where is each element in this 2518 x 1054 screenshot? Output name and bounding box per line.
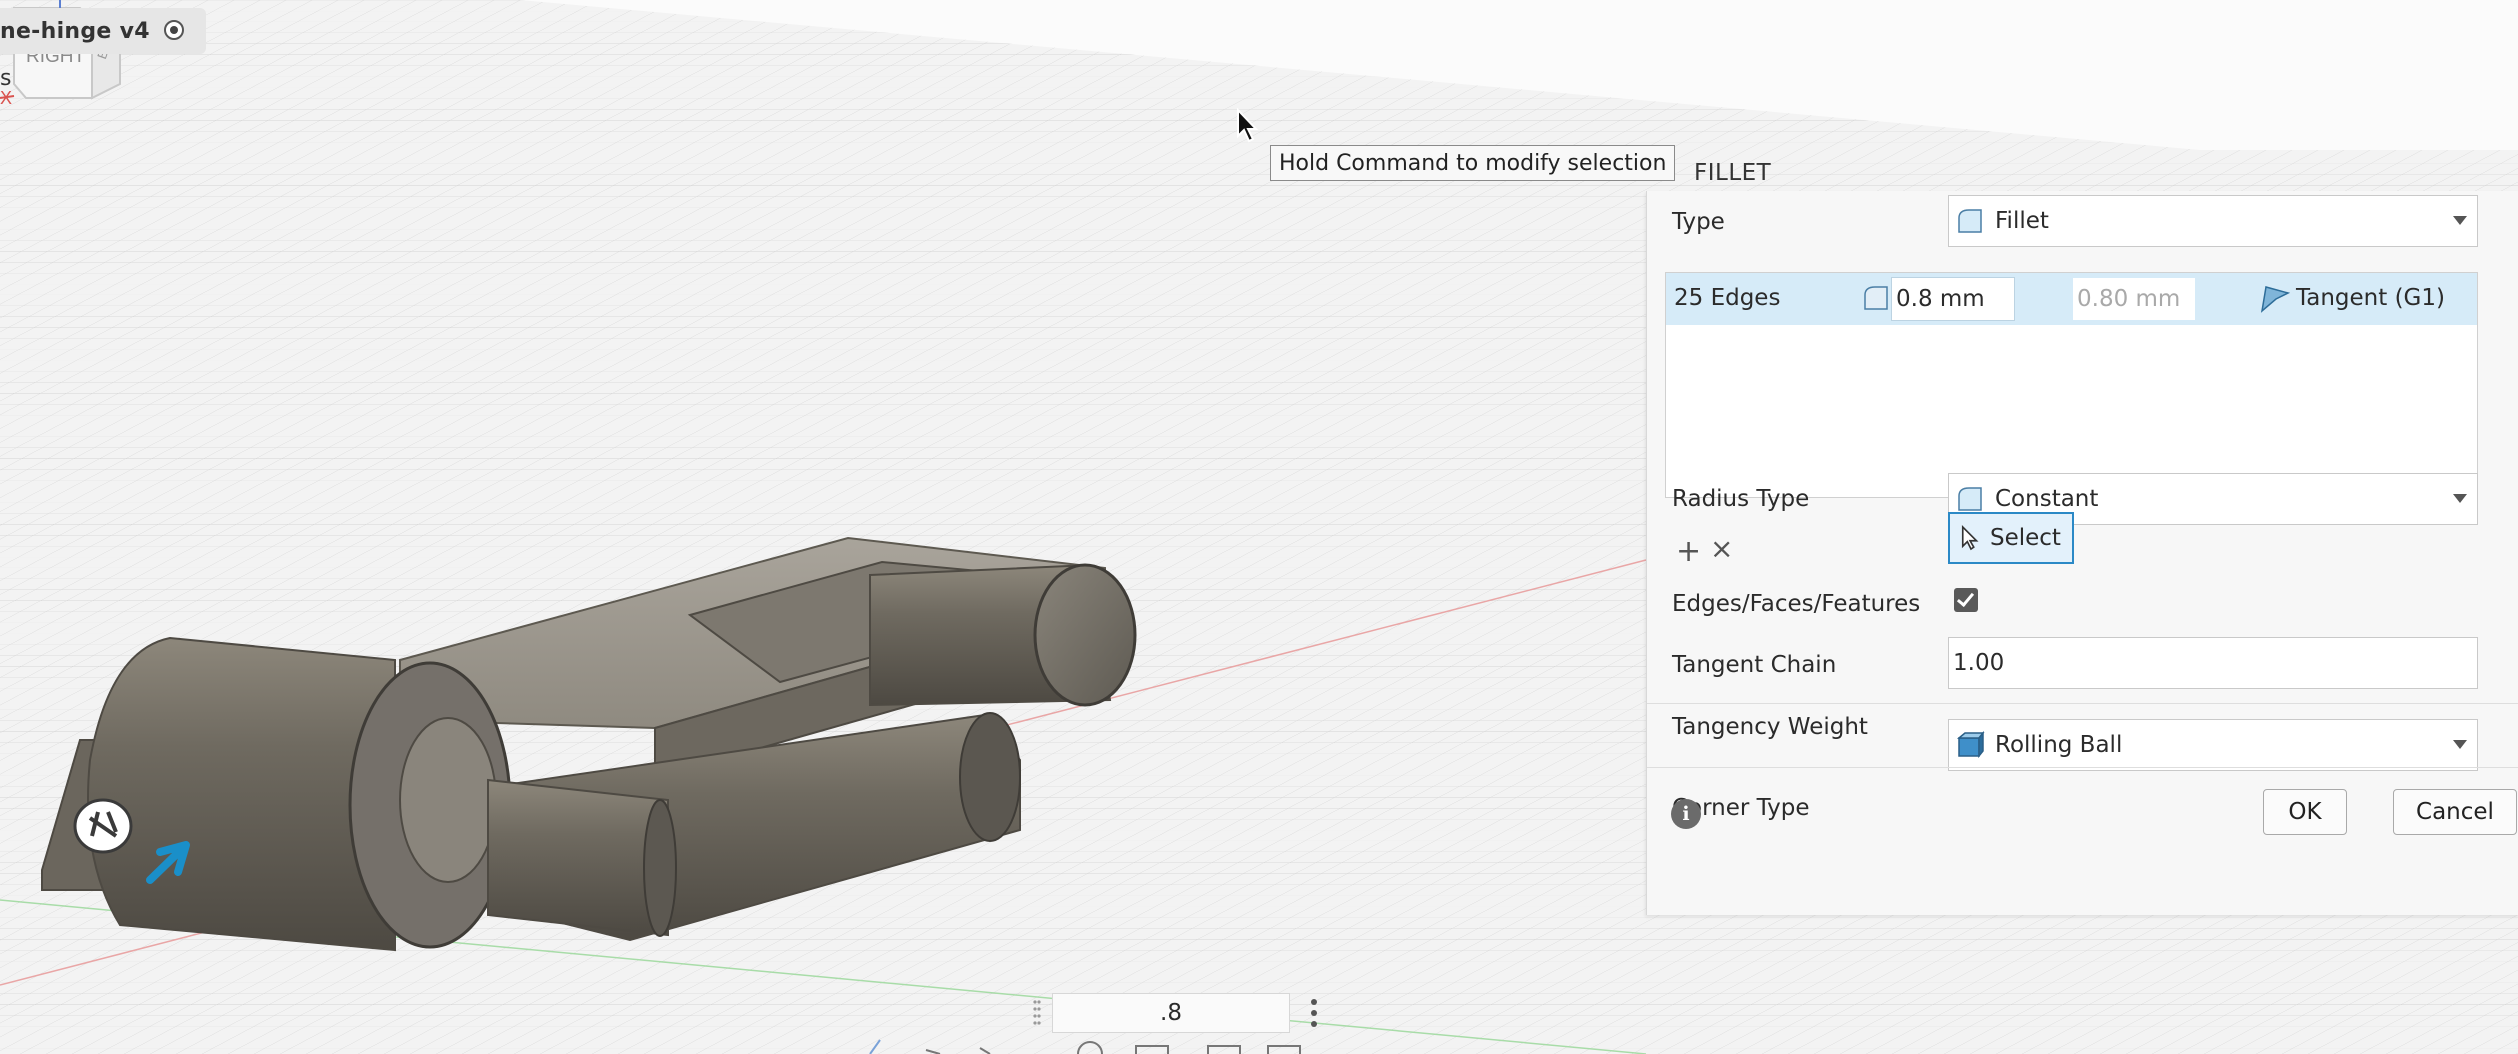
selection-tooltip: Hold Command to modify selection — [1270, 145, 1676, 181]
constant-radius-icon — [1958, 487, 1982, 511]
info-icon[interactable]: i — [1671, 799, 1701, 829]
dialog-body: Type Fillet 25 Edges 0.8 mm 0.80 mm Tang… — [1646, 191, 2518, 915]
remove-edge-set-button[interactable]: × — [1710, 535, 1733, 563]
radius-icon — [1864, 286, 1888, 310]
continuity-dropdown[interactable]: Tangent (G1) — [2296, 285, 2445, 311]
footer-divider — [1647, 767, 2518, 768]
type-value: Fillet — [1995, 208, 2049, 234]
edge-sets-table: 25 Edges 0.8 mm 0.80 mm Tangent (G1) + × — [1665, 272, 2478, 567]
cursor-arrow-icon — [1961, 525, 1979, 551]
dialog-footer: i OK Cancel — [1647, 779, 2518, 849]
chevron-down-icon — [2453, 216, 2467, 225]
add-edge-set-button[interactable]: + — [1676, 537, 1701, 567]
type-dropdown[interactable]: Fillet — [1948, 195, 2478, 247]
tangency-weight-label: Tangency Weight — [1672, 714, 1868, 740]
active-document-radio[interactable] — [164, 20, 184, 40]
select-button-label: Select — [1990, 525, 2061, 551]
chevron-down-icon — [2453, 494, 2467, 503]
value-input-field[interactable]: .8 — [1052, 993, 1290, 1033]
fillet-icon — [1958, 209, 1982, 233]
edge-count[interactable]: 25 Edges — [1674, 285, 1780, 311]
document-title[interactable]: ne-hinge v4 — [0, 19, 150, 44]
radius-type-value: Constant — [1995, 486, 2099, 512]
corner-type-dropdown[interactable]: Rolling Ball — [1948, 719, 2478, 771]
mouse-cursor-icon — [1237, 108, 1259, 143]
second-radius-input[interactable]: 0.80 mm — [2072, 277, 2196, 321]
document-tab[interactable]: ne-hinge v4 — [0, 8, 206, 54]
ok-button[interactable]: OK — [2263, 789, 2347, 835]
tangent-chain-label: Tangent Chain — [1672, 652, 1837, 678]
select-button[interactable]: Select — [1948, 512, 2074, 564]
more-options-icon[interactable] — [1310, 998, 1318, 1028]
tangency-weight-input[interactable]: 1.00 — [1948, 637, 2478, 689]
drag-handle-icon[interactable] — [1032, 998, 1042, 1028]
radius-type-label: Radius Type — [1672, 486, 1810, 512]
type-label: Type — [1672, 209, 1725, 235]
corner-type-value: Rolling Ball — [1995, 732, 2123, 758]
tangent-chain-checkbox[interactable] — [1954, 588, 1978, 612]
chevron-down-icon — [2453, 740, 2467, 749]
rolling-ball-icon — [1956, 730, 1985, 759]
edge-set-row[interactable]: 25 Edges 0.8 mm 0.80 mm Tangent (G1) — [1666, 273, 2477, 325]
fillet-dialog: FILLET Type Fillet 25 Edges 0.8 mm 0.80 … — [1646, 155, 2518, 915]
cancel-button[interactable]: Cancel — [2393, 789, 2517, 835]
viewcube-x-axis-label: X — [0, 88, 12, 108]
tangent-continuity-icon — [2260, 286, 2290, 313]
dialog-title[interactable]: FILLET — [1694, 155, 1771, 191]
radius-input[interactable]: 0.8 mm — [1891, 277, 2015, 321]
section-divider — [1647, 703, 2518, 704]
selection-label: Edges/Faces/Features — [1672, 591, 1921, 617]
browser-panel-stub[interactable]: s — [0, 66, 11, 91]
